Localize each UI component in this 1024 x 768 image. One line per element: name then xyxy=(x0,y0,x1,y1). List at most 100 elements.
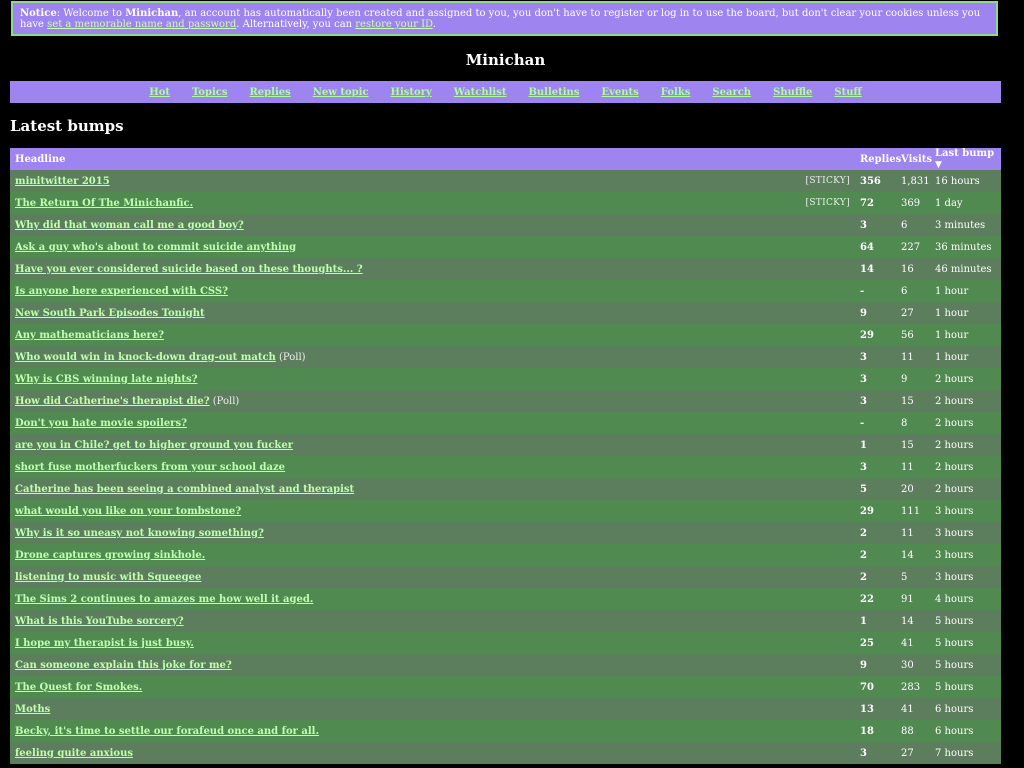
set-name-password-link[interactable]: set a memorable name and password xyxy=(47,19,236,30)
topic-headline-cell: are you in Chile? get to higher ground y… xyxy=(10,434,855,456)
visits-count: 5 xyxy=(896,566,930,588)
visits-count: 227 xyxy=(896,236,930,258)
topic-link[interactable]: Catherine has been seeing a combined ana… xyxy=(15,484,354,495)
table-header-row: Headline Replies Visits Last bump ▼ xyxy=(10,148,1001,170)
topic-link[interactable]: Can someone explain this joke for me? xyxy=(15,660,232,671)
last-bump-time: 5 hours xyxy=(930,632,1001,654)
table-row: Is anyone here experienced with CSS? -6 1 … xyxy=(10,280,1001,302)
nav-new-topic[interactable]: New topic xyxy=(313,87,369,98)
header-visits[interactable]: Visits xyxy=(896,148,932,170)
nav-events[interactable]: Events xyxy=(601,87,638,98)
nav-replies[interactable]: Replies xyxy=(250,87,291,98)
table-row: Why did that woman call me a good boy? 3 6… xyxy=(10,214,1001,236)
topic-link[interactable]: Who would win in knock-down drag-out mat… xyxy=(15,352,276,363)
table-row: Have you ever considered suicide based o… xyxy=(10,258,1001,280)
replies-count: 3 xyxy=(855,390,896,412)
table-row: listening to music with Squeegee 2 5 3 hour… xyxy=(10,566,1001,588)
table-row: Don't you hate movie spoilers? -8 2 hours xyxy=(10,412,1001,434)
topic-link[interactable]: Drone captures growing sinkhole. xyxy=(15,550,205,561)
last-bump-time: 2 hours xyxy=(930,456,1001,478)
nav-history[interactable]: History xyxy=(391,87,432,98)
last-bump-time: 46 minutes xyxy=(930,258,1001,280)
topic-headline-cell: Any mathematicians here? xyxy=(10,324,855,346)
header-last-bump[interactable]: Last bump ▼ xyxy=(930,148,1001,170)
table-row: I hope my therapist is just busy. 25 41 5 h… xyxy=(10,632,1001,654)
nav-watchlist[interactable]: Watchlist xyxy=(454,87,507,98)
topic-link[interactable]: Why is CBS winning late nights? xyxy=(15,374,198,385)
topic-link[interactable]: The Sims 2 continues to amazes me how we… xyxy=(15,594,313,605)
visits-count: 6 xyxy=(896,214,930,236)
replies-count: 9 xyxy=(855,302,896,324)
replies-count: 3 xyxy=(855,346,896,368)
topic-link[interactable]: minitwitter 2015 xyxy=(15,176,110,187)
topic-link[interactable]: listening to music with Squeegee xyxy=(15,572,201,583)
last-bump-time: 1 hour xyxy=(930,302,1001,324)
last-bump-time: 4 hours xyxy=(930,588,1001,610)
visits-count: 41 xyxy=(896,632,930,654)
site-title[interactable]: Minichan xyxy=(0,51,1011,69)
topic-link[interactable]: short fuse motherfuckers from your schoo… xyxy=(15,462,285,473)
visits-count: 11 xyxy=(896,456,930,478)
header-replies[interactable]: Replies xyxy=(855,148,901,170)
nav-stuff[interactable]: Stuff xyxy=(834,87,861,98)
topic-link[interactable]: Any mathematicians here? xyxy=(15,330,164,341)
last-bump-time: 7 hours xyxy=(930,742,1001,764)
table-row: what would you like on your tombstone? 29… xyxy=(10,500,1001,522)
nav-shuffle[interactable]: Shuffle xyxy=(773,87,812,98)
nav-hot[interactable]: Hot xyxy=(149,87,170,98)
topic-link[interactable]: Why did that woman call me a good boy? xyxy=(15,220,244,231)
visits-count: 15 xyxy=(896,390,930,412)
visits-count: 56 xyxy=(896,324,930,346)
visits-count: 88 xyxy=(896,720,930,742)
replies-count: 5 xyxy=(855,478,896,500)
topic-link[interactable]: The Quest for Smokes. xyxy=(15,682,142,693)
topic-headline-cell: New South Park Episodes Tonight xyxy=(10,302,855,324)
topic-link[interactable]: Ask a guy who's about to commit suicide … xyxy=(15,242,296,253)
replies-count: 29 xyxy=(855,500,896,522)
visits-count: 14 xyxy=(896,544,930,566)
nav-topics[interactable]: Topics xyxy=(192,87,227,98)
table-row: New South Park Episodes Tonight 9 27 1 hour xyxy=(10,302,1001,324)
visits-count: 41 xyxy=(896,698,930,720)
nav-folks[interactable]: Folks xyxy=(661,87,691,98)
last-bump-time: 1 hour xyxy=(930,346,1001,368)
topic-link[interactable]: feeling quite anxious xyxy=(15,748,133,759)
replies-count: 72 xyxy=(855,192,896,214)
visits-count: 9 xyxy=(896,368,930,390)
topic-link[interactable]: The Return Of The Minichanfic. xyxy=(15,198,193,209)
replies-count: 3 xyxy=(855,742,896,764)
topic-link[interactable]: I hope my therapist is just busy. xyxy=(15,638,194,649)
topic-link[interactable]: How did Catherine's therapist die? xyxy=(15,396,210,407)
visits-count: 283 xyxy=(896,676,930,698)
topic-headline-cell: Why did that woman call me a good boy? xyxy=(10,214,855,236)
header-headline[interactable]: Headline xyxy=(10,148,855,170)
main-nav: Hot Topics Replies New topic History Wat… xyxy=(10,81,1001,103)
table-row: Catherine has been seeing a combined ana… xyxy=(10,478,1001,500)
topic-link[interactable]: Moths xyxy=(15,704,50,715)
topic-link[interactable]: New South Park Episodes Tonight xyxy=(15,308,205,319)
last-bump-time: 1 hour xyxy=(930,324,1001,346)
table-row: How did Catherine's therapist die? (Poll… xyxy=(10,390,1001,412)
topic-link[interactable]: Have you ever considered suicide based o… xyxy=(15,264,363,275)
topic-link[interactable]: what would you like on your tombstone? xyxy=(15,506,241,517)
topic-link[interactable]: are you in Chile? get to higher ground y… xyxy=(15,440,293,451)
topic-link[interactable]: Don't you hate movie spoilers? xyxy=(15,418,187,429)
topic-link[interactable]: Why is it so uneasy not knowing somethin… xyxy=(15,528,264,539)
poll-tag: (Poll) xyxy=(279,351,306,363)
last-bump-time: 2 hours xyxy=(930,434,1001,456)
topic-headline-cell: Can someone explain this joke for me? xyxy=(10,654,855,676)
last-bump-time: 2 hours xyxy=(930,412,1001,434)
nav-bulletins[interactable]: Bulletins xyxy=(528,87,579,98)
topic-link[interactable]: Is anyone here experienced with CSS? xyxy=(15,286,228,297)
table-row: Any mathematicians here? 29 56 1 hour xyxy=(10,324,1001,346)
restore-id-link[interactable]: restore your ID xyxy=(355,19,432,30)
table-row: Can someone explain this joke for me? 9 30… xyxy=(10,654,1001,676)
last-bump-time: 16 hours xyxy=(930,170,1001,192)
replies-count: - xyxy=(855,280,896,302)
topic-link[interactable]: What is this YouTube sorcery? xyxy=(15,616,184,627)
table-row: [STICKY] minitwitter 2015 356 1,831 16 hours xyxy=(10,170,1001,192)
topic-headline-cell: Don't you hate movie spoilers? xyxy=(10,412,855,434)
table-row: Drone captures growing sinkhole. 2 14 3 hou… xyxy=(10,544,1001,566)
topic-link[interactable]: Becky, it's time to settle our forafeud … xyxy=(15,726,319,737)
nav-search[interactable]: Search xyxy=(712,87,751,98)
